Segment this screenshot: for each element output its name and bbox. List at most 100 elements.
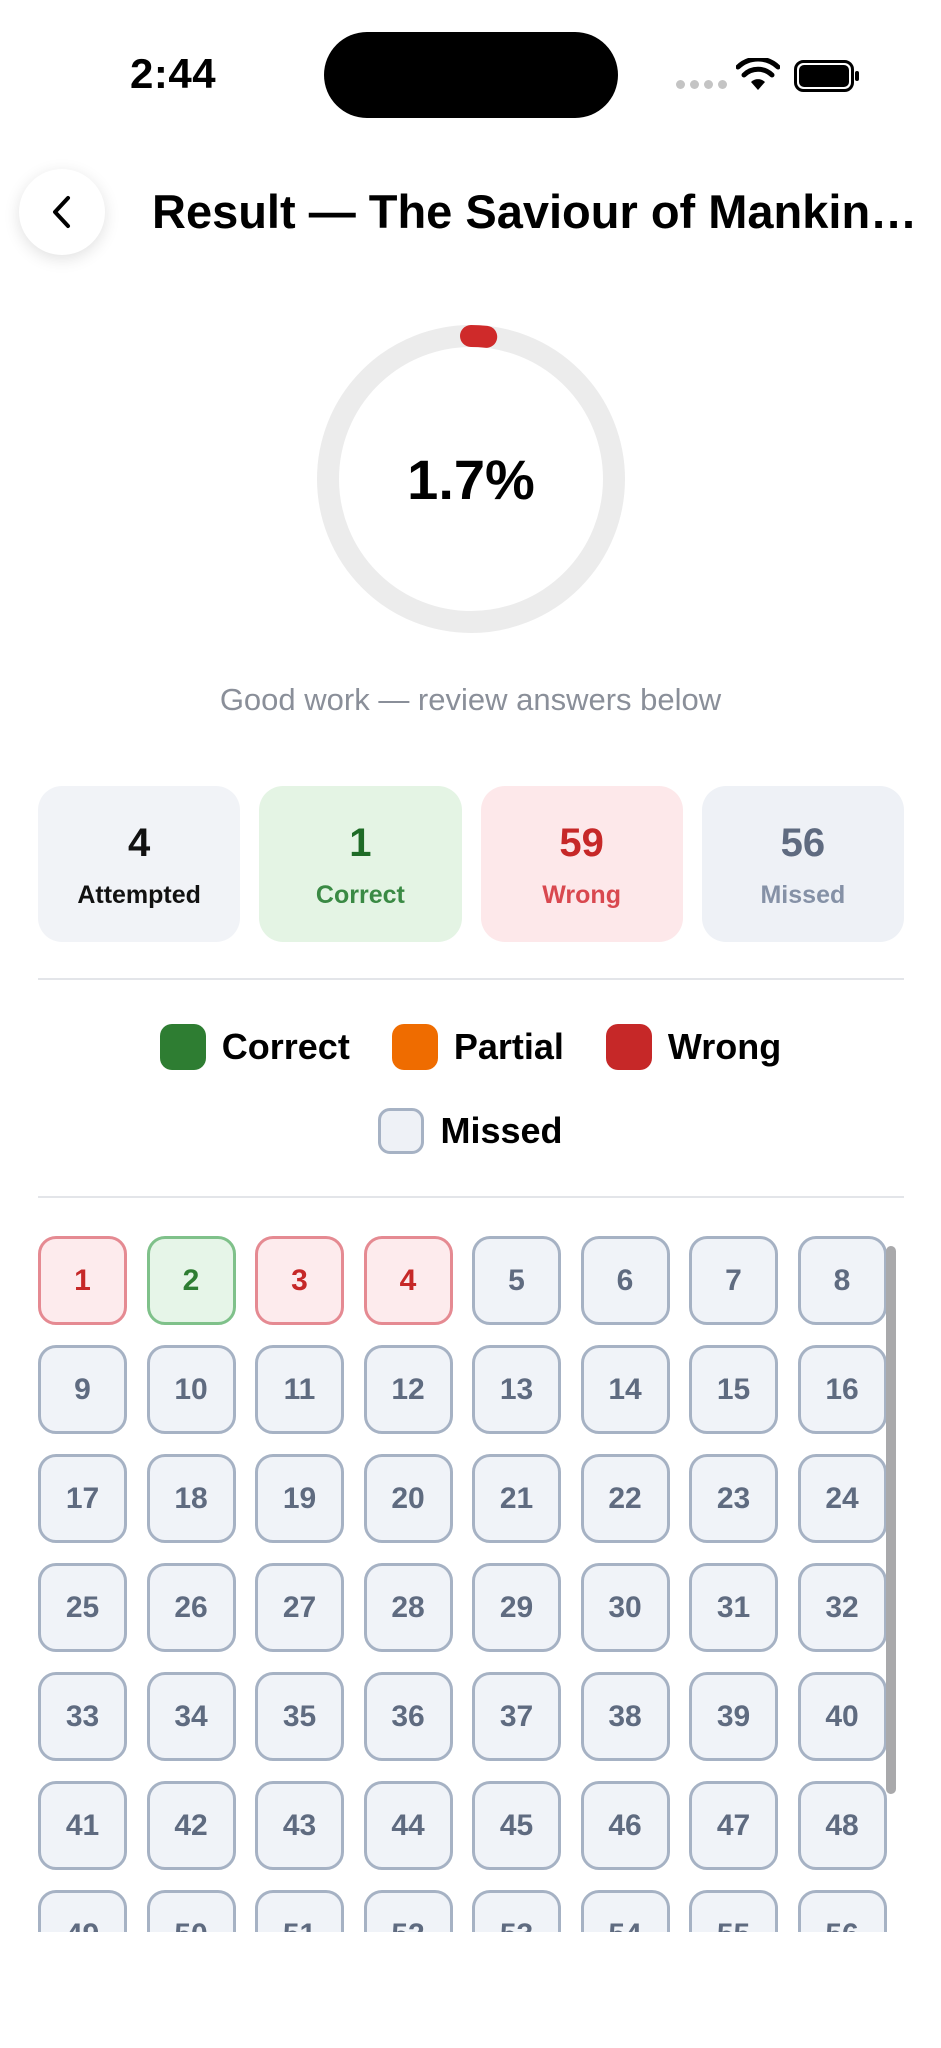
- question-cell-20[interactable]: 20: [363, 1454, 453, 1543]
- score-percent: 1.7%: [407, 447, 535, 511]
- question-cell-28[interactable]: 28: [363, 1563, 453, 1652]
- score-ring: 1.7%: [316, 324, 626, 634]
- question-cell-21[interactable]: 21: [472, 1454, 561, 1543]
- stat-value: 4: [128, 820, 151, 865]
- question-cell-26[interactable]: 26: [146, 1563, 236, 1652]
- question-cell-14[interactable]: 14: [580, 1345, 670, 1434]
- question-cell-11[interactable]: 11: [255, 1345, 344, 1434]
- question-cell-47[interactable]: 47: [689, 1781, 778, 1870]
- legend-swatch-wrong: [605, 1024, 652, 1070]
- stat-value: 59: [559, 820, 604, 865]
- question-cell-44[interactable]: 44: [363, 1781, 453, 1870]
- stat-value: 1: [349, 820, 372, 865]
- question-cell-13[interactable]: 13: [472, 1345, 561, 1434]
- question-cell-46[interactable]: 46: [580, 1781, 670, 1870]
- question-cell-12[interactable]: 12: [363, 1345, 453, 1434]
- question-cell-41[interactable]: 41: [38, 1781, 127, 1870]
- divider: [38, 1196, 904, 1198]
- question-cell-15[interactable]: 15: [689, 1345, 778, 1434]
- question-cell-23[interactable]: 23: [689, 1454, 778, 1543]
- question-cell-2[interactable]: 2: [146, 1236, 236, 1325]
- result-subtitle: Good work — review answers below: [219, 682, 722, 717]
- stat-value: 56: [780, 820, 826, 865]
- question-cell-55[interactable]: 55: [689, 1890, 778, 1932]
- stat-card-wrong: 59 Wrong: [480, 786, 683, 942]
- question-cell-33[interactable]: 33: [38, 1672, 127, 1761]
- dynamic-island: [324, 32, 618, 118]
- cellular-signal-icon: [676, 80, 727, 89]
- question-cell-3[interactable]: 3: [255, 1236, 344, 1325]
- legend-item-wrong: Wrong: [605, 1024, 782, 1070]
- question-cell-53[interactable]: 53: [472, 1890, 561, 1932]
- question-cell-54[interactable]: 54: [580, 1890, 670, 1932]
- question-cell-19[interactable]: 19: [255, 1454, 344, 1543]
- stat-label: Attempted: [77, 880, 201, 909]
- question-cell-49[interactable]: 49: [38, 1890, 127, 1932]
- legend-label: Partial: [453, 1026, 564, 1067]
- question-cell-42[interactable]: 42: [146, 1781, 236, 1870]
- question-cell-27[interactable]: 27: [255, 1563, 344, 1652]
- status-time: 2:44: [130, 50, 217, 97]
- legend-item-missed: Missed: [378, 1108, 563, 1154]
- question-cell-39[interactable]: 39: [689, 1672, 778, 1761]
- question-cell-52[interactable]: 52: [363, 1890, 453, 1932]
- stat-card-missed: 56 Missed: [701, 786, 904, 942]
- question-cell-4[interactable]: 4: [363, 1236, 453, 1325]
- question-cell-29[interactable]: 29: [472, 1563, 561, 1652]
- question-cell-48[interactable]: 48: [797, 1781, 887, 1870]
- question-cell-43[interactable]: 43: [255, 1781, 344, 1870]
- stat-card-attempted: 4 Attempted: [38, 786, 241, 942]
- question-cell-45[interactable]: 45: [472, 1781, 561, 1870]
- question-cell-34[interactable]: 34: [146, 1672, 236, 1761]
- question-cell-50[interactable]: 50: [146, 1890, 236, 1932]
- question-cell-40[interactable]: 40: [797, 1672, 887, 1761]
- question-cell-16[interactable]: 16: [797, 1345, 887, 1434]
- question-cell-32[interactable]: 32: [797, 1563, 887, 1652]
- stat-card-correct: 1 Correct: [259, 786, 462, 942]
- legend-row-2: Missed: [0, 1108, 941, 1154]
- question-cell-22[interactable]: 22: [580, 1454, 670, 1543]
- question-cell-25[interactable]: 25: [38, 1563, 127, 1652]
- question-cell-51[interactable]: 51: [255, 1890, 344, 1932]
- stats-row: 4 Attempted 1 Correct 59 Wrong 56 Missed: [38, 786, 904, 942]
- question-cell-7[interactable]: 7: [689, 1236, 778, 1325]
- page-title: Result — The Saviour of Mankin…: [152, 185, 918, 238]
- question-cell-38[interactable]: 38: [580, 1672, 670, 1761]
- question-cell-1[interactable]: 1: [38, 1236, 127, 1325]
- legend-label: Missed: [440, 1110, 563, 1151]
- wifi-icon: [736, 58, 780, 90]
- question-cell-9[interactable]: 9: [38, 1345, 127, 1434]
- question-cell-17[interactable]: 17: [38, 1454, 127, 1543]
- question-cell-5[interactable]: 5: [472, 1236, 561, 1325]
- question-cell-37[interactable]: 37: [472, 1672, 561, 1761]
- legend-label: Wrong: [667, 1026, 782, 1067]
- question-cell-30[interactable]: 30: [580, 1563, 670, 1652]
- stat-label: Missed: [760, 880, 846, 909]
- question-cell-8[interactable]: 8: [797, 1236, 887, 1325]
- question-cell-10[interactable]: 10: [146, 1345, 236, 1434]
- scrollbar[interactable]: [886, 1246, 896, 1794]
- legend-row-1: Correct Partial Wrong: [0, 1024, 941, 1070]
- question-grid: 1 2 3 4 5 6 7 8 9 10 11 12 13 14 15 16 17 18 19 20 21 22 23 24 2…: [38, 1236, 904, 1932]
- question-grid-scroll[interactable]: 1 2 3 4 5 6 7 8 9 10 11 12 13 14 15 16 17 18 19 20 21 22 23 24 2…: [38, 1236, 904, 1932]
- battery-icon: [794, 60, 859, 92]
- stat-label: Correct: [315, 880, 405, 909]
- status-bar: 2:44: [0, 0, 941, 140]
- stat-label: Wrong: [542, 880, 621, 909]
- legend-swatch-missed: [378, 1108, 425, 1154]
- question-cell-31[interactable]: 31: [689, 1563, 778, 1652]
- back-button[interactable]: [19, 169, 105, 255]
- legend-swatch-correct: [159, 1024, 206, 1070]
- question-cell-36[interactable]: 36: [363, 1672, 453, 1761]
- legend-item-partial: Partial: [391, 1024, 564, 1070]
- question-cell-35[interactable]: 35: [255, 1672, 344, 1761]
- question-cell-18[interactable]: 18: [146, 1454, 236, 1543]
- legend-item-correct: Correct: [159, 1024, 350, 1070]
- chevron-left-icon: [53, 196, 70, 228]
- question-cell-56[interactable]: 56: [797, 1890, 887, 1932]
- legend-label: Correct: [221, 1026, 350, 1067]
- question-cell-24[interactable]: 24: [797, 1454, 887, 1543]
- divider: [38, 978, 904, 980]
- question-cell-6[interactable]: 6: [580, 1236, 670, 1325]
- legend-swatch-partial: [391, 1024, 438, 1070]
